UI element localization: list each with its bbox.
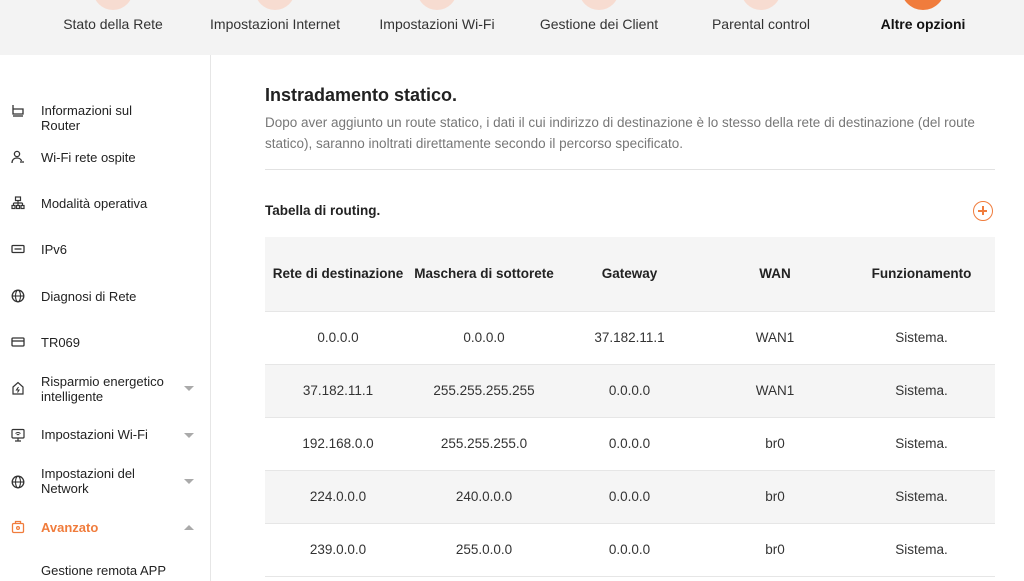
sidebar-item-label: Risparmio energetico intelligente xyxy=(41,374,164,404)
tab-wifi-icon xyxy=(417,0,457,10)
sidebar-item-label: Diagnosi di Rete xyxy=(41,289,137,304)
tab-more-options-icon xyxy=(901,0,945,10)
cell-operation: Sistema. xyxy=(848,311,995,365)
table-row: 224.0.0.0 240.0.0.0 0.0.0.0 br0 Sistema. xyxy=(265,470,995,524)
cell-gateway: 0.0.0.0 xyxy=(557,523,702,577)
chevron-down-icon xyxy=(184,386,194,391)
sidebar-item-label: Impostazioni del Network xyxy=(41,466,135,496)
tab-impostazioni-wifi[interactable]: Impostazioni Wi-Fi xyxy=(352,0,522,55)
advanced-icon xyxy=(11,520,25,534)
tab-stato-della-rete[interactable]: Stato della Rete xyxy=(28,0,198,55)
chevron-down-icon xyxy=(184,433,194,438)
table-row: 37.182.11.1 255.255.255.255 0.0.0.0 WAN1… xyxy=(265,364,995,418)
wifi-settings-icon xyxy=(11,428,25,442)
sidebar-item-network-diagnosis[interactable]: Diagnosi di Rete xyxy=(0,276,210,316)
tab-label: Altre opzioni xyxy=(880,16,966,32)
table-row: 239.0.0.0 255.0.0.0 0.0.0.0 br0 Sistema. xyxy=(265,523,995,577)
column-header-operation: Funzionamento xyxy=(848,237,995,312)
guest-user-icon xyxy=(11,150,24,164)
cell-wan: br0 xyxy=(702,417,848,471)
globe-icon xyxy=(11,289,25,303)
cell-operation: Sistema. xyxy=(848,470,995,524)
routing-table: Rete di destinazione Maschera di sottore… xyxy=(265,237,995,577)
sidebar-item-label: Impostazioni Wi-Fi xyxy=(41,427,148,442)
cell-wan: br0 xyxy=(702,523,848,577)
sidebar-item-advanced[interactable]: Avanzato xyxy=(0,507,210,547)
table-row: 192.168.0.0 255.255.255.0 0.0.0.0 br0 Si… xyxy=(265,417,995,471)
cell-wan: WAN1 xyxy=(702,311,848,365)
sidebar-item-ipv6[interactable]: IPv6 xyxy=(0,229,210,269)
topology-icon xyxy=(11,196,25,210)
sidebar-item-router-info[interactable]: Informazioni sul Router xyxy=(0,90,210,133)
tab-internet-icon xyxy=(255,0,295,10)
tab-clients-icon xyxy=(579,0,619,10)
tr069-icon xyxy=(11,337,25,347)
cell-destination: 224.0.0.0 xyxy=(265,470,411,524)
sidebar-item-label: Wi-Fi rete ospite xyxy=(41,150,136,165)
column-header-destination: Rete di destinazione xyxy=(265,237,411,312)
tab-label: Impostazioni Internet xyxy=(210,16,340,32)
energy-icon xyxy=(12,381,24,395)
tab-label: Gestione dei Client xyxy=(539,16,659,32)
sidebar-item-label: Avanzato xyxy=(41,520,99,535)
cell-wan: WAN1 xyxy=(702,364,848,418)
network-globe-icon xyxy=(11,475,25,489)
tab-label: Parental control xyxy=(711,16,811,32)
sidebar-item-operating-mode[interactable]: Modalità operativa xyxy=(0,183,210,223)
cell-subnet-mask: 0.0.0.0 xyxy=(411,311,557,365)
ipv6-icon xyxy=(11,244,25,254)
sidebar-item-label: Gestione remota APP xyxy=(41,563,167,578)
table-header-row: Rete di destinazione Maschera di sottore… xyxy=(265,237,995,312)
divider xyxy=(265,169,995,170)
sidebar-item-guest-wifi[interactable]: Wi-Fi rete ospite xyxy=(0,137,210,177)
cell-destination: 0.0.0.0 xyxy=(265,311,411,365)
sidebar-item-label: Modalità operativa xyxy=(41,196,148,211)
tab-impostazioni-internet[interactable]: Impostazioni Internet xyxy=(190,0,360,55)
cell-destination: 192.168.0.0 xyxy=(265,417,411,471)
sidebar-subitem-remote-app[interactable]: Gestione remota APP xyxy=(0,550,210,580)
cell-operation: Sistema. xyxy=(848,523,995,577)
tab-label: Stato della Rete xyxy=(63,16,163,32)
column-header-wan: WAN xyxy=(702,237,848,312)
cell-subnet-mask: 255.255.255.255 xyxy=(411,364,557,418)
cell-gateway: 37.182.11.1 xyxy=(557,311,702,365)
column-header-subnet-mask: Maschera di sottorete xyxy=(411,237,557,312)
chevron-down-icon xyxy=(184,479,194,484)
sidebar: Informazioni sul Router Wi-Fi rete ospit… xyxy=(0,55,211,581)
cell-gateway: 0.0.0.0 xyxy=(557,417,702,471)
cell-wan: br0 xyxy=(702,470,848,524)
sidebar-item-label: IPv6 xyxy=(41,242,68,257)
tab-label: Impostazioni Wi-Fi xyxy=(379,16,495,32)
tab-parental-control[interactable]: Parental control xyxy=(676,0,846,55)
sidebar-item-tr069[interactable]: TR069 xyxy=(0,322,210,362)
sidebar-item-wifi-settings[interactable]: Impostazioni Wi-Fi xyxy=(0,414,210,454)
tab-parental-icon xyxy=(741,0,781,10)
sidebar-item-energy-saving[interactable]: Risparmio energetico intelligente xyxy=(0,369,210,414)
chevron-up-icon xyxy=(184,525,194,530)
top-navigation: Stato della Rete Impostazioni Internet I… xyxy=(0,0,1024,55)
page-description: Dopo aver aggiunto un route statico, i d… xyxy=(265,115,975,151)
cell-destination: 37.182.11.1 xyxy=(265,364,411,418)
cell-gateway: 0.0.0.0 xyxy=(557,364,702,418)
tab-altre-opzioni[interactable]: Altre opzioni xyxy=(838,0,1008,55)
cell-gateway: 0.0.0.0 xyxy=(557,470,702,524)
cell-operation: Sistema. xyxy=(848,417,995,471)
sidebar-item-network-settings[interactable]: Impostazioni del Network xyxy=(0,458,210,503)
router-icon xyxy=(12,105,24,117)
add-route-button[interactable] xyxy=(973,201,993,221)
tab-status-icon xyxy=(93,0,133,10)
column-header-gateway: Gateway xyxy=(557,237,702,312)
table-row: 0.0.0.0 0.0.0.0 37.182.11.1 WAN1 Sistema… xyxy=(265,311,995,365)
sidebar-item-label: Informazioni sul Router xyxy=(41,103,133,133)
section-title: Tabella di routing. xyxy=(265,203,381,218)
sidebar-item-label: TR069 xyxy=(41,335,81,350)
cell-subnet-mask: 240.0.0.0 xyxy=(411,470,557,524)
cell-operation: Sistema. xyxy=(848,364,995,418)
page-title: Instradamento statico. xyxy=(265,85,458,105)
cell-subnet-mask: 255.255.255.0 xyxy=(411,417,557,471)
cell-destination: 239.0.0.0 xyxy=(265,523,411,577)
tab-gestione-client[interactable]: Gestione dei Client xyxy=(514,0,684,55)
cell-subnet-mask: 255.0.0.0 xyxy=(411,523,557,577)
